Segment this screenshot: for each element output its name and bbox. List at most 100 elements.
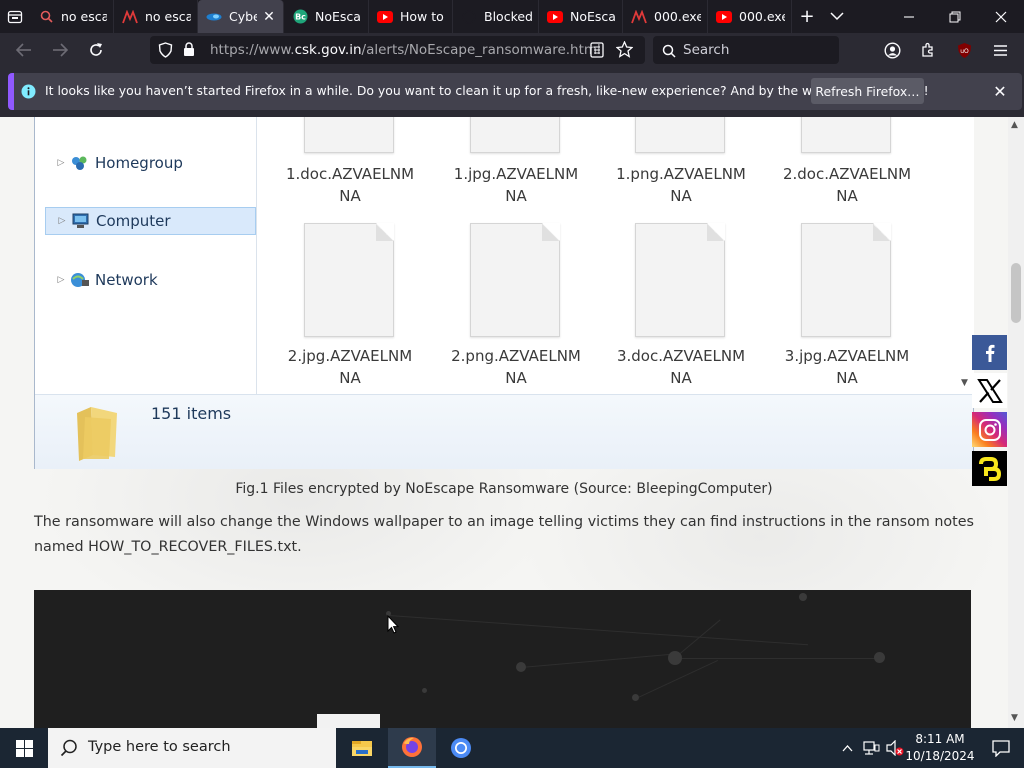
search-bar[interactable]: Search [653, 36, 839, 64]
taskbar-search-placeholder: Type here to search [88, 739, 231, 755]
firefox-view-button[interactable] [0, 0, 30, 33]
tab-no-escape-search[interactable]: no escape [30, 0, 114, 33]
notification-center-button[interactable] [978, 728, 1024, 768]
nav-item-label: Network [95, 271, 158, 289]
network-icon [71, 273, 89, 287]
scroll-down-arrow-icon[interactable]: ▼ [1011, 713, 1018, 723]
chromium-icon [451, 738, 471, 758]
x-icon [976, 378, 1003, 403]
puzzle-icon [922, 42, 933, 57]
search-icon [38, 9, 54, 25]
tab-blocked[interactable]: Blocked [453, 0, 539, 33]
tab-noescape-video[interactable]: NoEscape [539, 0, 623, 33]
tracking-protection-shield-icon[interactable] [158, 42, 173, 62]
instagram-share-button[interactable] [972, 412, 1007, 447]
tab-000exe[interactable]: 000.exe [623, 0, 708, 33]
extensions-button[interactable] [915, 37, 941, 63]
tab-noescape[interactable]: Bc NoEscape [284, 0, 369, 33]
tab-strip: no escape no escape Cyber ✕ Bc NoEscape … [0, 0, 1024, 33]
show-hidden-icons-button[interactable] [838, 728, 856, 768]
file-explorer-taskbar-button[interactable] [338, 728, 386, 768]
tab-title: Blocked [484, 9, 532, 24]
app-menu-button[interactable] [987, 37, 1013, 63]
network-node [874, 652, 885, 663]
tab-title: 000.exe [654, 9, 701, 24]
wallpaper-logo-fragment [317, 714, 380, 728]
info-icon [21, 84, 36, 103]
instagram-icon [978, 418, 1001, 441]
game-icon [122, 9, 138, 25]
tab-000exe-video[interactable]: 000.exe ( [708, 0, 792, 33]
tab-cyber-active[interactable]: Cyber ✕ [198, 0, 284, 33]
network-line [388, 615, 808, 646]
file-name: 2.jpg.AZVAELNM NA [287, 347, 413, 387]
close-window-button[interactable] [978, 0, 1024, 33]
nav-item-homegroup: ▷ Homegroup [45, 149, 256, 177]
network-node [799, 593, 807, 601]
facebook-share-button[interactable] [972, 335, 1007, 370]
system-clock[interactable]: 8:11 AM 10/18/2024 [902, 731, 978, 765]
reader-view-icon[interactable] [590, 42, 604, 62]
close-notification-button[interactable]: ✕ [990, 81, 1010, 101]
file-name: 3.doc.AZVAELNM NA [616, 347, 746, 387]
forward-button[interactable] [47, 37, 73, 63]
koo-share-button[interactable] [972, 451, 1007, 486]
network-node [422, 688, 427, 693]
lock-icon[interactable] [183, 42, 195, 61]
list-all-tabs-button[interactable] [822, 0, 852, 33]
file-name: 1.jpg.AZVAELNM NA [453, 165, 579, 205]
restore-button[interactable] [932, 0, 978, 33]
file-name: 2.doc.AZVAELNM NA [782, 165, 912, 205]
file-name: 2.png.AZVAELNM NA [451, 347, 581, 387]
scroll-up-arrow-icon[interactable]: ▲ [1011, 120, 1018, 130]
network-node [668, 651, 682, 665]
tab-title: NoEscape [570, 9, 616, 24]
back-arrow-icon [16, 43, 31, 57]
reload-button[interactable] [83, 37, 109, 63]
account-icon [883, 41, 901, 59]
firefox-taskbar-button[interactable] [388, 728, 436, 768]
expand-arrow-icon: ▷ [57, 275, 65, 285]
network-node [516, 662, 526, 672]
bookmark-star-icon[interactable] [615, 40, 634, 62]
chromium-taskbar-button[interactable] [437, 728, 485, 768]
tab-how-to-remove[interactable]: How to remove [369, 0, 453, 33]
game-icon [631, 9, 647, 25]
search-placeholder: Search [683, 42, 730, 58]
clock-date: 10/18/2024 [905, 749, 975, 763]
nav-item-label: Computer [96, 212, 171, 230]
letter-icon: Bc [292, 9, 308, 25]
tab-no-escape-game[interactable]: no escape [114, 0, 198, 33]
expand-arrow-icon: ▷ [58, 216, 66, 226]
ransom-wallpaper-image [34, 590, 971, 728]
back-button[interactable] [11, 37, 37, 63]
ublock-origin-button[interactable]: uO [951, 37, 977, 63]
close-tab-icon[interactable]: ✕ [261, 9, 277, 25]
action-center-icon [992, 739, 1010, 757]
scroll-down-arrow-icon: ▼ [961, 378, 968, 388]
minimize-button[interactable] [886, 0, 932, 33]
explorer-navigation-pane: ▷ Homegroup ▷ Computer ▷ Network [35, 117, 257, 394]
url-text: https://www.csk.gov.in/alerts/NoEscape_r… [210, 42, 601, 58]
file-name: 1.doc.AZVAELNM NA [285, 165, 415, 205]
explorer-screenshot-figure: ▷ Homegroup ▷ Computer ▷ Network 1.doc.A… [34, 117, 974, 469]
x-share-button[interactable] [972, 373, 1007, 408]
mouse-cursor-icon [387, 615, 399, 634]
network-tray-icon [862, 740, 879, 755]
folder-icon [77, 407, 117, 461]
refresh-firefox-button[interactable]: Refresh Firefox… [811, 78, 924, 104]
tab-title: no escape [145, 9, 191, 24]
network-tray-button[interactable] [860, 728, 882, 768]
page-scrollbar[interactable]: ▲ ▼ [1008, 117, 1024, 728]
new-tab-button[interactable]: + [792, 0, 822, 33]
start-button[interactable] [0, 728, 48, 768]
taskbar-search-box[interactable]: Type here to search [48, 728, 336, 768]
account-button[interactable] [879, 37, 905, 63]
navigation-toolbar: https://www.csk.gov.in/alerts/NoEscape_r… [0, 33, 1024, 67]
scrollbar-thumb[interactable] [1011, 263, 1021, 323]
expand-arrow-icon: ▷ [57, 158, 65, 168]
close-icon [995, 11, 1007, 22]
address-bar[interactable]: https://www.csk.gov.in/alerts/NoEscape_r… [150, 36, 645, 64]
ublock-icon: uO [957, 42, 971, 58]
youtube-icon [377, 9, 393, 25]
